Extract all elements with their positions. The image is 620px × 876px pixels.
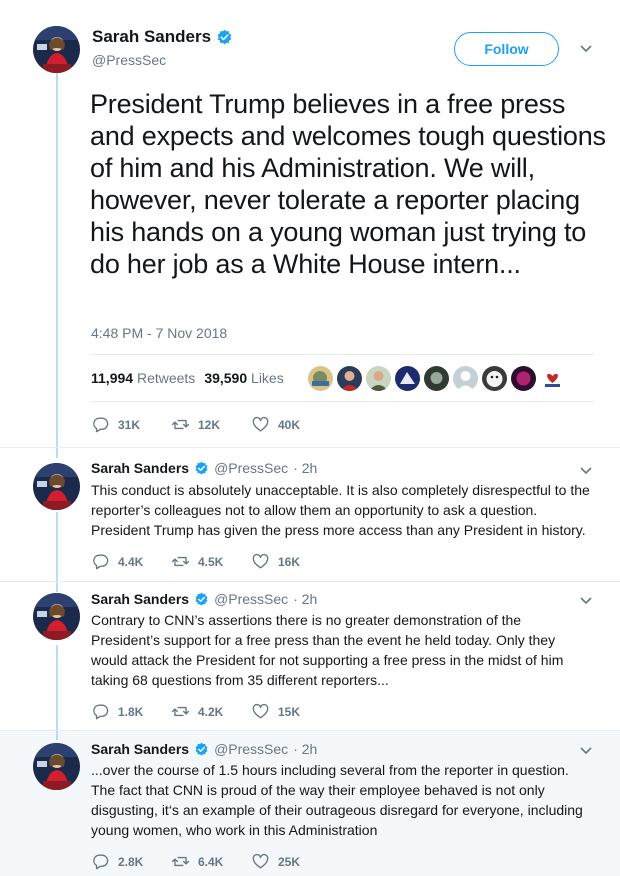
heart-icon	[252, 416, 269, 432]
reply-author-name[interactable]: Sarah Sanders	[91, 741, 189, 757]
like-action[interactable]: 16K	[251, 552, 331, 571]
liker-avatar[interactable]	[395, 366, 420, 391]
chevron-down-icon[interactable]	[579, 746, 593, 756]
likes-stat[interactable]: 39,590 Likes	[204, 370, 283, 386]
like-action[interactable]: 15K	[251, 702, 331, 721]
engagement-stats: 11,994 Retweets 39,590 Likes	[91, 370, 284, 386]
thread-connector	[56, 512, 58, 592]
reply-icon	[93, 554, 109, 570]
retweets-stat[interactable]: 11,994 Retweets	[91, 370, 195, 386]
reply-count: 31K	[118, 417, 141, 432]
reply-actions: 4.4K 4.5K 16K	[91, 552, 331, 571]
like-count: 16K	[278, 554, 301, 569]
reply-text: ...over the course of 1.5 hours includin…	[91, 762, 583, 838]
reply-author-name[interactable]: Sarah Sanders	[91, 460, 189, 476]
tweet-timestamp[interactable]: 4:48 PM - 7 Nov 2018	[91, 325, 227, 341]
retweet-action[interactable]: 6.4K	[171, 852, 251, 871]
likes-label: Likes	[251, 370, 284, 386]
liker-avatar[interactable]	[482, 366, 507, 391]
heart-icon	[252, 853, 269, 869]
reply-header: Sarah Sanders @PressSec · 2h	[91, 460, 317, 476]
retweet-action[interactable]: 12K	[171, 415, 251, 434]
reply-time[interactable]: · 2h	[293, 741, 317, 757]
verified-badge-icon	[195, 592, 208, 606]
retweet-icon	[171, 419, 190, 430]
reply-actions: 1.8K 4.2K 15K	[91, 702, 331, 721]
thread-connector	[56, 645, 58, 740]
thread-connector	[56, 73, 58, 458]
retweet-count: 12K	[198, 417, 221, 432]
likes-count: 39,590	[204, 370, 248, 386]
verified-badge-icon	[195, 461, 208, 475]
follow-button[interactable]: Follow	[454, 32, 559, 66]
author-name-text[interactable]: Sarah Sanders	[92, 27, 211, 47]
heart-icon	[252, 553, 269, 569]
chevron-down-icon[interactable]	[579, 596, 593, 606]
verified-badge-icon	[217, 29, 232, 44]
liker-avatar[interactable]	[453, 366, 478, 391]
divider	[91, 401, 594, 402]
like-action[interactable]: 25K	[251, 852, 331, 871]
reply-text: Contrary to CNN’s assertions there is no…	[91, 612, 564, 688]
retweets-label: Retweets	[136, 370, 196, 386]
author-handle[interactable]: @PressSec	[92, 52, 166, 68]
liker-avatar[interactable]	[424, 366, 449, 391]
retweet-icon	[171, 556, 190, 567]
reply-text: This conduct is absolutely unacceptable.…	[91, 482, 590, 538]
divider	[0, 581, 620, 582]
reply-count: 4.4K	[118, 554, 144, 569]
reply-action[interactable]: 1.8K	[91, 702, 171, 721]
reply-action[interactable]: 31K	[91, 415, 171, 434]
retweet-count: 4.2K	[198, 704, 224, 719]
reply-actions: 2.8K 6.4K 25K	[91, 852, 331, 871]
retweet-count: 6.4K	[198, 854, 224, 869]
like-count: 40K	[278, 417, 301, 432]
tweet-text: President Trump believes in a free press…	[90, 89, 606, 279]
retweet-action[interactable]: 4.2K	[171, 702, 251, 721]
reply-count: 2.8K	[118, 854, 144, 869]
avatar[interactable]	[33, 463, 80, 510]
retweets-count: 11,994	[91, 370, 134, 386]
reply-author-handle[interactable]: @PressSec	[214, 741, 288, 757]
avatar[interactable]	[33, 743, 80, 790]
avatar[interactable]	[33, 26, 80, 73]
reply-header: Sarah Sanders @PressSec · 2h	[91, 741, 317, 757]
chevron-down-icon[interactable]	[579, 466, 593, 476]
avatar[interactable]	[33, 593, 80, 640]
liker-avatar[interactable]	[308, 366, 333, 391]
author-name[interactable]: Sarah Sanders	[92, 27, 233, 47]
retweet-icon	[171, 706, 190, 717]
liker-avatars	[308, 366, 565, 391]
retweet-icon	[171, 856, 190, 867]
reply-icon	[93, 704, 109, 720]
reply-header: Sarah Sanders @PressSec · 2h	[91, 591, 317, 607]
heart-icon	[252, 703, 269, 719]
retweet-count: 4.5K	[198, 554, 224, 569]
divider	[0, 447, 620, 448]
liker-avatar[interactable]	[540, 366, 565, 391]
liker-avatar[interactable]	[511, 366, 536, 391]
reply-author-name[interactable]: Sarah Sanders	[91, 591, 189, 607]
reply-author-handle[interactable]: @PressSec	[214, 591, 288, 607]
divider	[91, 354, 594, 355]
reply-count: 1.8K	[118, 704, 144, 719]
tweet-actions: 31K 12K 40K	[91, 415, 331, 434]
like-count: 25K	[278, 854, 301, 869]
liker-avatar[interactable]	[366, 366, 391, 391]
like-count: 15K	[278, 704, 301, 719]
reply-author-handle[interactable]: @PressSec	[214, 460, 288, 476]
like-action[interactable]: 40K	[251, 415, 331, 434]
retweet-action[interactable]: 4.5K	[171, 552, 251, 571]
reply-time[interactable]: · 2h	[293, 591, 317, 607]
reply-action[interactable]: 2.8K	[91, 852, 171, 871]
divider	[0, 730, 620, 731]
verified-badge-icon	[195, 742, 208, 756]
reply-action[interactable]: 4.4K	[91, 552, 171, 571]
reply-time[interactable]: · 2h	[293, 460, 317, 476]
liker-avatar[interactable]	[337, 366, 362, 391]
reply-icon	[93, 854, 109, 870]
chevron-down-icon[interactable]	[579, 44, 593, 54]
reply-icon	[93, 417, 109, 433]
